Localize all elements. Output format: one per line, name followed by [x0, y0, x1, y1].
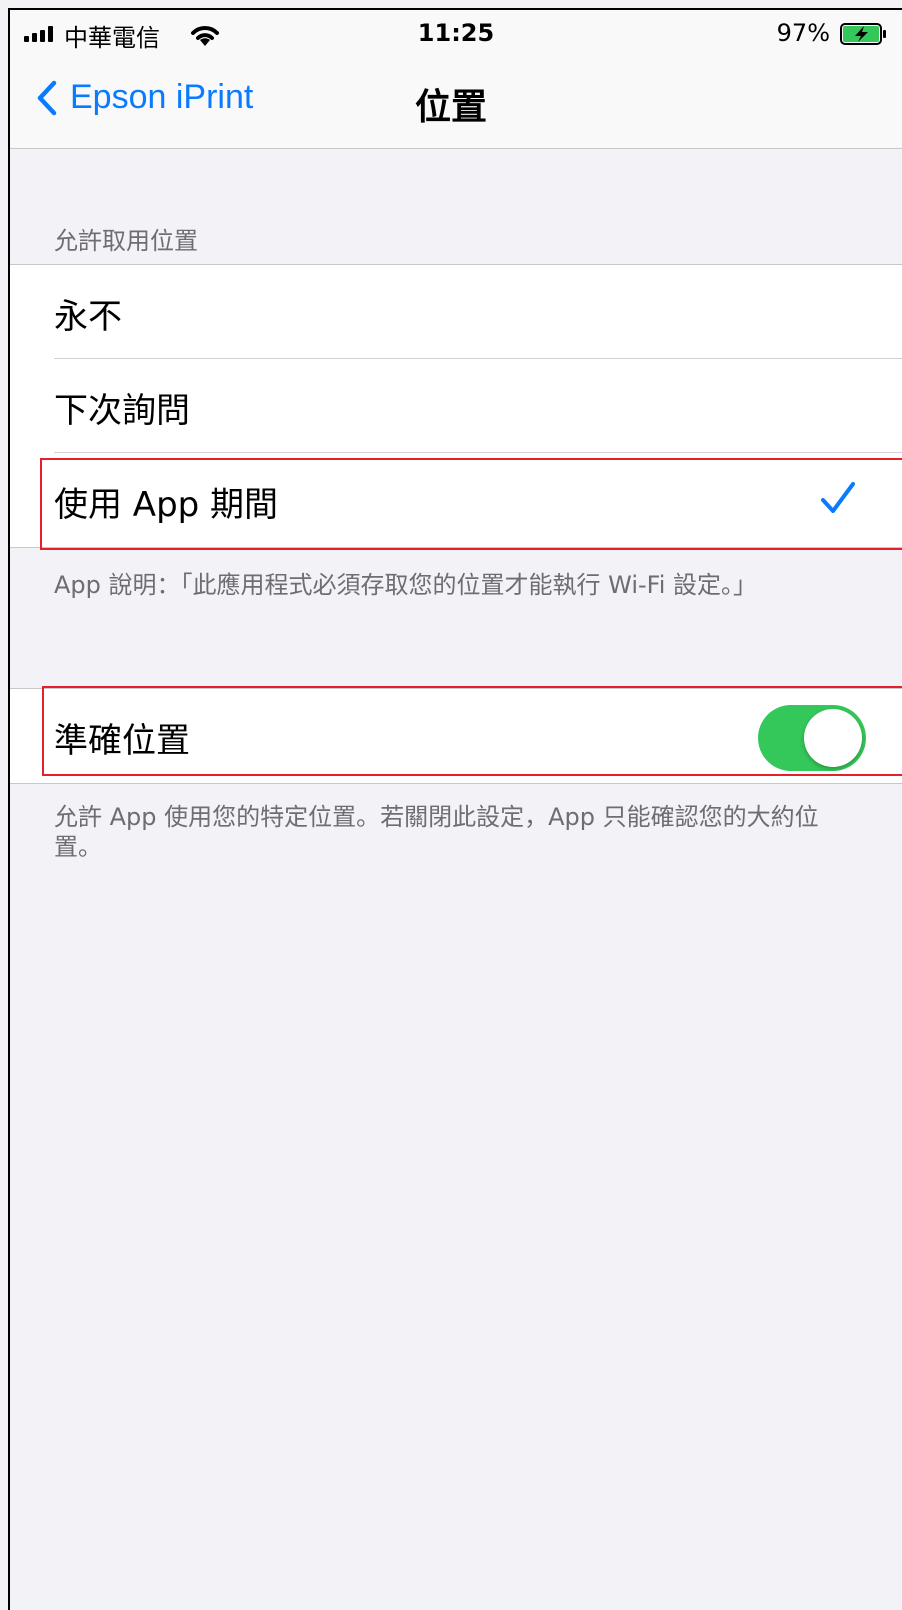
precise-location-group: 準確位置: [10, 688, 902, 784]
page-title: 位置: [414, 87, 487, 128]
screen: 中華電信 11:25 97% Epson iPrint 位置 允許取用位置 永不: [8, 8, 902, 1610]
option-never[interactable]: 永不: [10, 265, 902, 359]
section-header-location-access: 允許取用位置: [54, 227, 198, 255]
option-while-using-app[interactable]: 使用 App 期間: [10, 453, 902, 547]
option-ask-next-time[interactable]: 下次詢問: [10, 359, 902, 453]
precise-location-footer: 允許 App 使用您的特定位置。若關閉此設定，App 只能確認您的大約位置。: [54, 803, 819, 861]
precise-location-toggle[interactable]: [758, 705, 866, 771]
status-time: 11:25: [417, 19, 495, 47]
option-label: 下次詢問: [54, 391, 190, 431]
checkmark-icon: [821, 482, 855, 513]
navigation-bar: Epson iPrint 位置: [10, 56, 902, 149]
location-access-footer: App 說明：「此應用程式必須存取您的位置才能執行 Wi-Fi 設定。」: [54, 571, 758, 599]
battery-charging-icon: [840, 23, 886, 45]
option-label: 永不: [54, 297, 122, 337]
precise-location-label: 準確位置: [54, 721, 190, 761]
status-bar: 中華電信 11:25 97%: [10, 10, 902, 56]
precise-location-row: 準確位置: [10, 689, 902, 783]
toggle-knob: [804, 709, 862, 767]
option-label: 使用 App 期間: [54, 485, 279, 525]
location-access-group: 永不 下次詢問 使用 App 期間: [10, 264, 902, 548]
battery-percent: 97%: [776, 19, 830, 47]
